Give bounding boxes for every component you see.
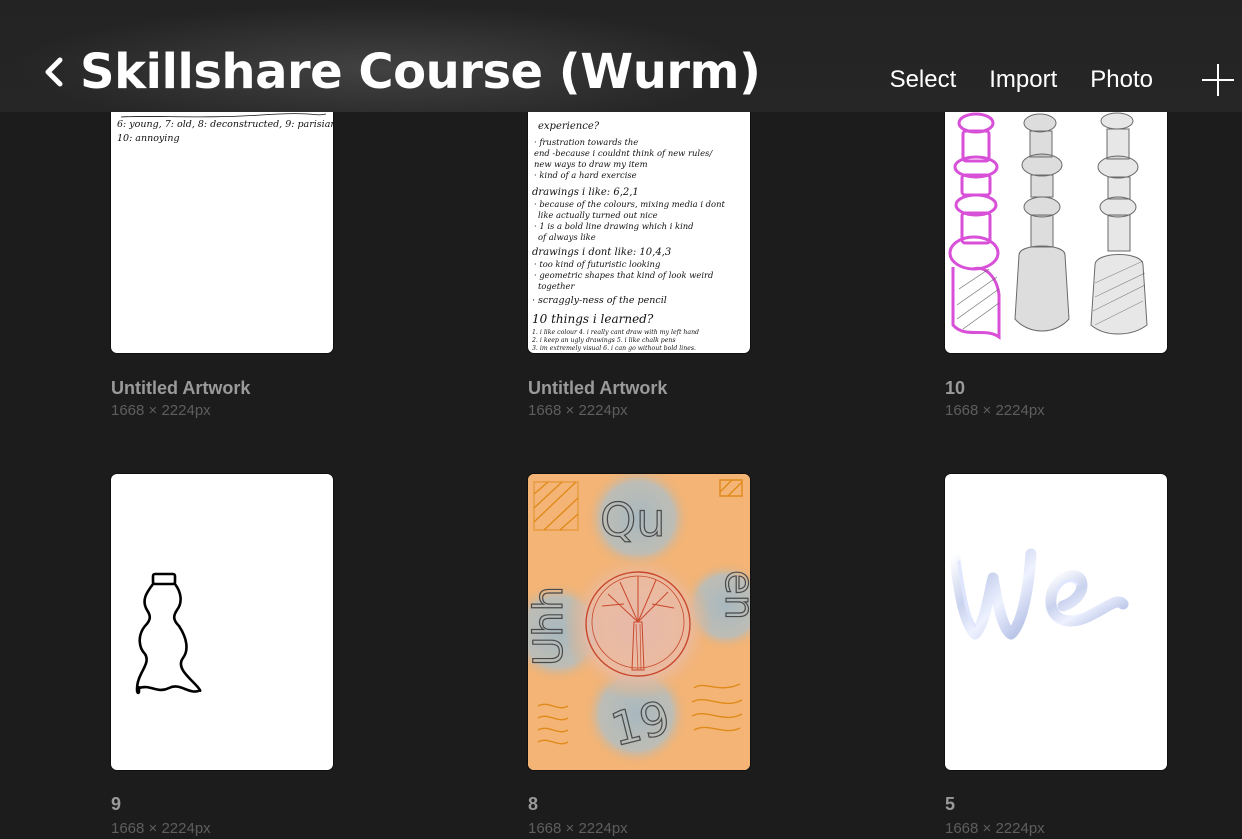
artwork-dimensions: 1668 × 2224px [111,820,211,837]
back-button[interactable]: Skillshare Course (Wurm) [40,44,761,100]
import-button[interactable]: Import [989,66,1057,94]
notes-line: new ways to draw my item [534,159,648,169]
navigation-bar: Skillshare Course (Wurm) Select Import P… [0,0,1242,112]
notes-line: experience? [538,121,600,132]
notes-line: 6: young, 7: old, 8: deconstructed, 9: p… [117,119,333,130]
notes-line: 10: annoying [117,133,180,144]
artwork-title: 9 [111,794,122,814]
header-actions: Select Import Photo [890,62,1242,98]
notes-line: drawings i dont like: 10,4,3 [532,247,671,258]
artwork-title: 10 [945,378,966,398]
artwork-dimensions: 1668 × 2224px [111,402,211,419]
artwork-thumbnail[interactable]: we [945,474,1167,770]
page-title: Skillshare Course (Wurm) [80,44,761,100]
thumbnail-letters: en [716,570,750,620]
notes-line: · geometric shapes that kind of look wei… [534,270,714,280]
artwork-dimensions: 1668 × 2224px [528,402,628,419]
notes-line: · 1 is a bold line drawing which i kind [534,221,694,231]
artwork-dimensions: 1668 × 2224px [945,820,1045,837]
notes-line: 1. i like colour 4. i really cant draw w… [532,329,699,336]
notes-line: like actually turned out nice [538,210,658,220]
artwork-title: 5 [945,794,956,814]
artwork-dimensions: 1668 × 2224px [945,402,1045,419]
notes-line: · too kind of futuristic looking [534,259,660,269]
notes-line: 3. im extremely visual 6. i can go witho… [532,345,696,352]
colorful-letters: Qu en Uhh 19 [528,474,750,770]
artwork-title: 8 [528,794,539,814]
notes-line: of always like [538,232,596,242]
artwork-title: Untitled Artwork [111,378,251,398]
chevron-left-icon [40,52,66,92]
artwork-thumbnail[interactable]: Qu en Uhh 19 [528,474,750,770]
procreate-gallery: 6: young, 7: old, 8: deconstructed, 9: p… [0,0,1242,839]
thumbnail-letters: Uhh [528,586,572,666]
notes-line: · kind of a hard exercise [534,170,637,180]
notes-line: 10 things i learned? [532,312,654,326]
artwork-title: Untitled Artwork [528,378,668,398]
notes-line: · because of the colours, mixing media i… [534,199,725,209]
notes-line: drawings i like: 6,2,1 [532,187,639,198]
artwork-dimensions: 1668 × 2224px [528,820,628,837]
notes-line: end -because i couldnt think of new rule… [534,148,713,158]
notes-line: · frustration towards the [534,137,638,147]
artwork-gallery: 6: young, 7: old, 8: deconstructed, 9: p… [0,0,1242,839]
bottle-outline [135,572,202,695]
photo-button[interactable]: Photo [1090,66,1153,94]
select-button[interactable]: Select [890,66,957,94]
thumbnail-lettering: we [945,474,947,475]
thumbnail-letters: Qu [600,493,665,547]
notes-line: 2. i keep an ugly drawings 5. i like cha… [531,337,676,344]
notes-line: · scraggly-ness of the pencil [532,295,667,306]
chrome-lettering: we [945,474,1129,640]
notes-line: together [538,281,575,291]
artwork-thumbnail[interactable] [111,474,333,770]
plus-icon[interactable] [1200,62,1236,98]
